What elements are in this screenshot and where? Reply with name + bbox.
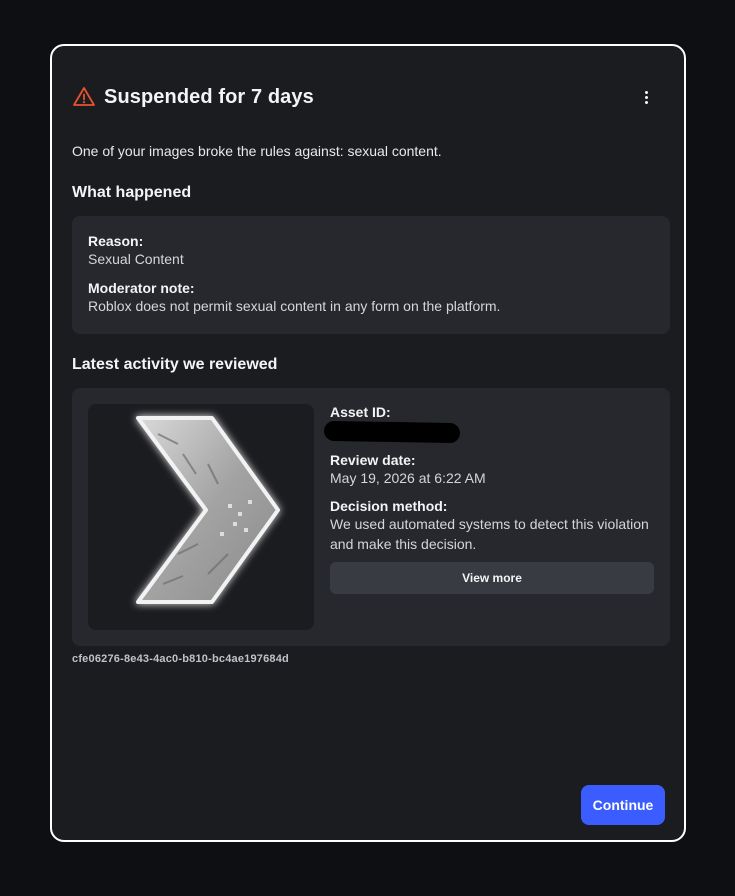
- decision-method-value: We used automated systems to detect this…: [330, 516, 649, 552]
- dialog-title: Suspended for 7 days: [104, 85, 314, 108]
- reference-id: cfe06276-8e43-4ac0-b810-bc4ae197684d: [72, 653, 289, 665]
- review-date-value: May 19, 2026 at 6:22 AM: [330, 470, 486, 486]
- latest-activity-heading: Latest activity we reviewed: [72, 356, 278, 373]
- asset-id-label: Asset ID:: [330, 404, 391, 420]
- reason-label: Reason:: [88, 233, 144, 249]
- reason-value: Sexual Content: [88, 251, 184, 267]
- violation-summary: One of your images broke the rules again…: [72, 143, 442, 159]
- kebab-menu-icon[interactable]: [635, 86, 657, 108]
- decision-method-label: Decision method:: [330, 498, 448, 514]
- suspension-dialog: Suspended for 7 days One of your images …: [50, 44, 686, 842]
- what-happened-panel: Reason: Sexual Content Moderator note: R…: [72, 216, 670, 334]
- moderator-note-value: Roblox does not permit sexual content in…: [88, 298, 501, 314]
- asset-thumbnail: [88, 404, 314, 630]
- view-more-button[interactable]: View more: [330, 562, 654, 594]
- what-happened-heading: What happened: [72, 184, 192, 201]
- review-date-label: Review date:: [330, 452, 416, 468]
- moderator-note-label: Moderator note:: [88, 280, 195, 296]
- warning-triangle-icon: [72, 85, 96, 109]
- asset-id-redacted: [323, 420, 461, 444]
- asset-details: Asset ID: Review date: May 19, 2026 at 6…: [323, 404, 656, 594]
- continue-button[interactable]: Continue: [581, 785, 665, 825]
- chevron-right-image: [136, 416, 280, 604]
- activity-panel: Asset ID: Review date: May 19, 2026 at 6…: [72, 388, 670, 646]
- dialog-header: Suspended for 7 days: [72, 82, 664, 112]
